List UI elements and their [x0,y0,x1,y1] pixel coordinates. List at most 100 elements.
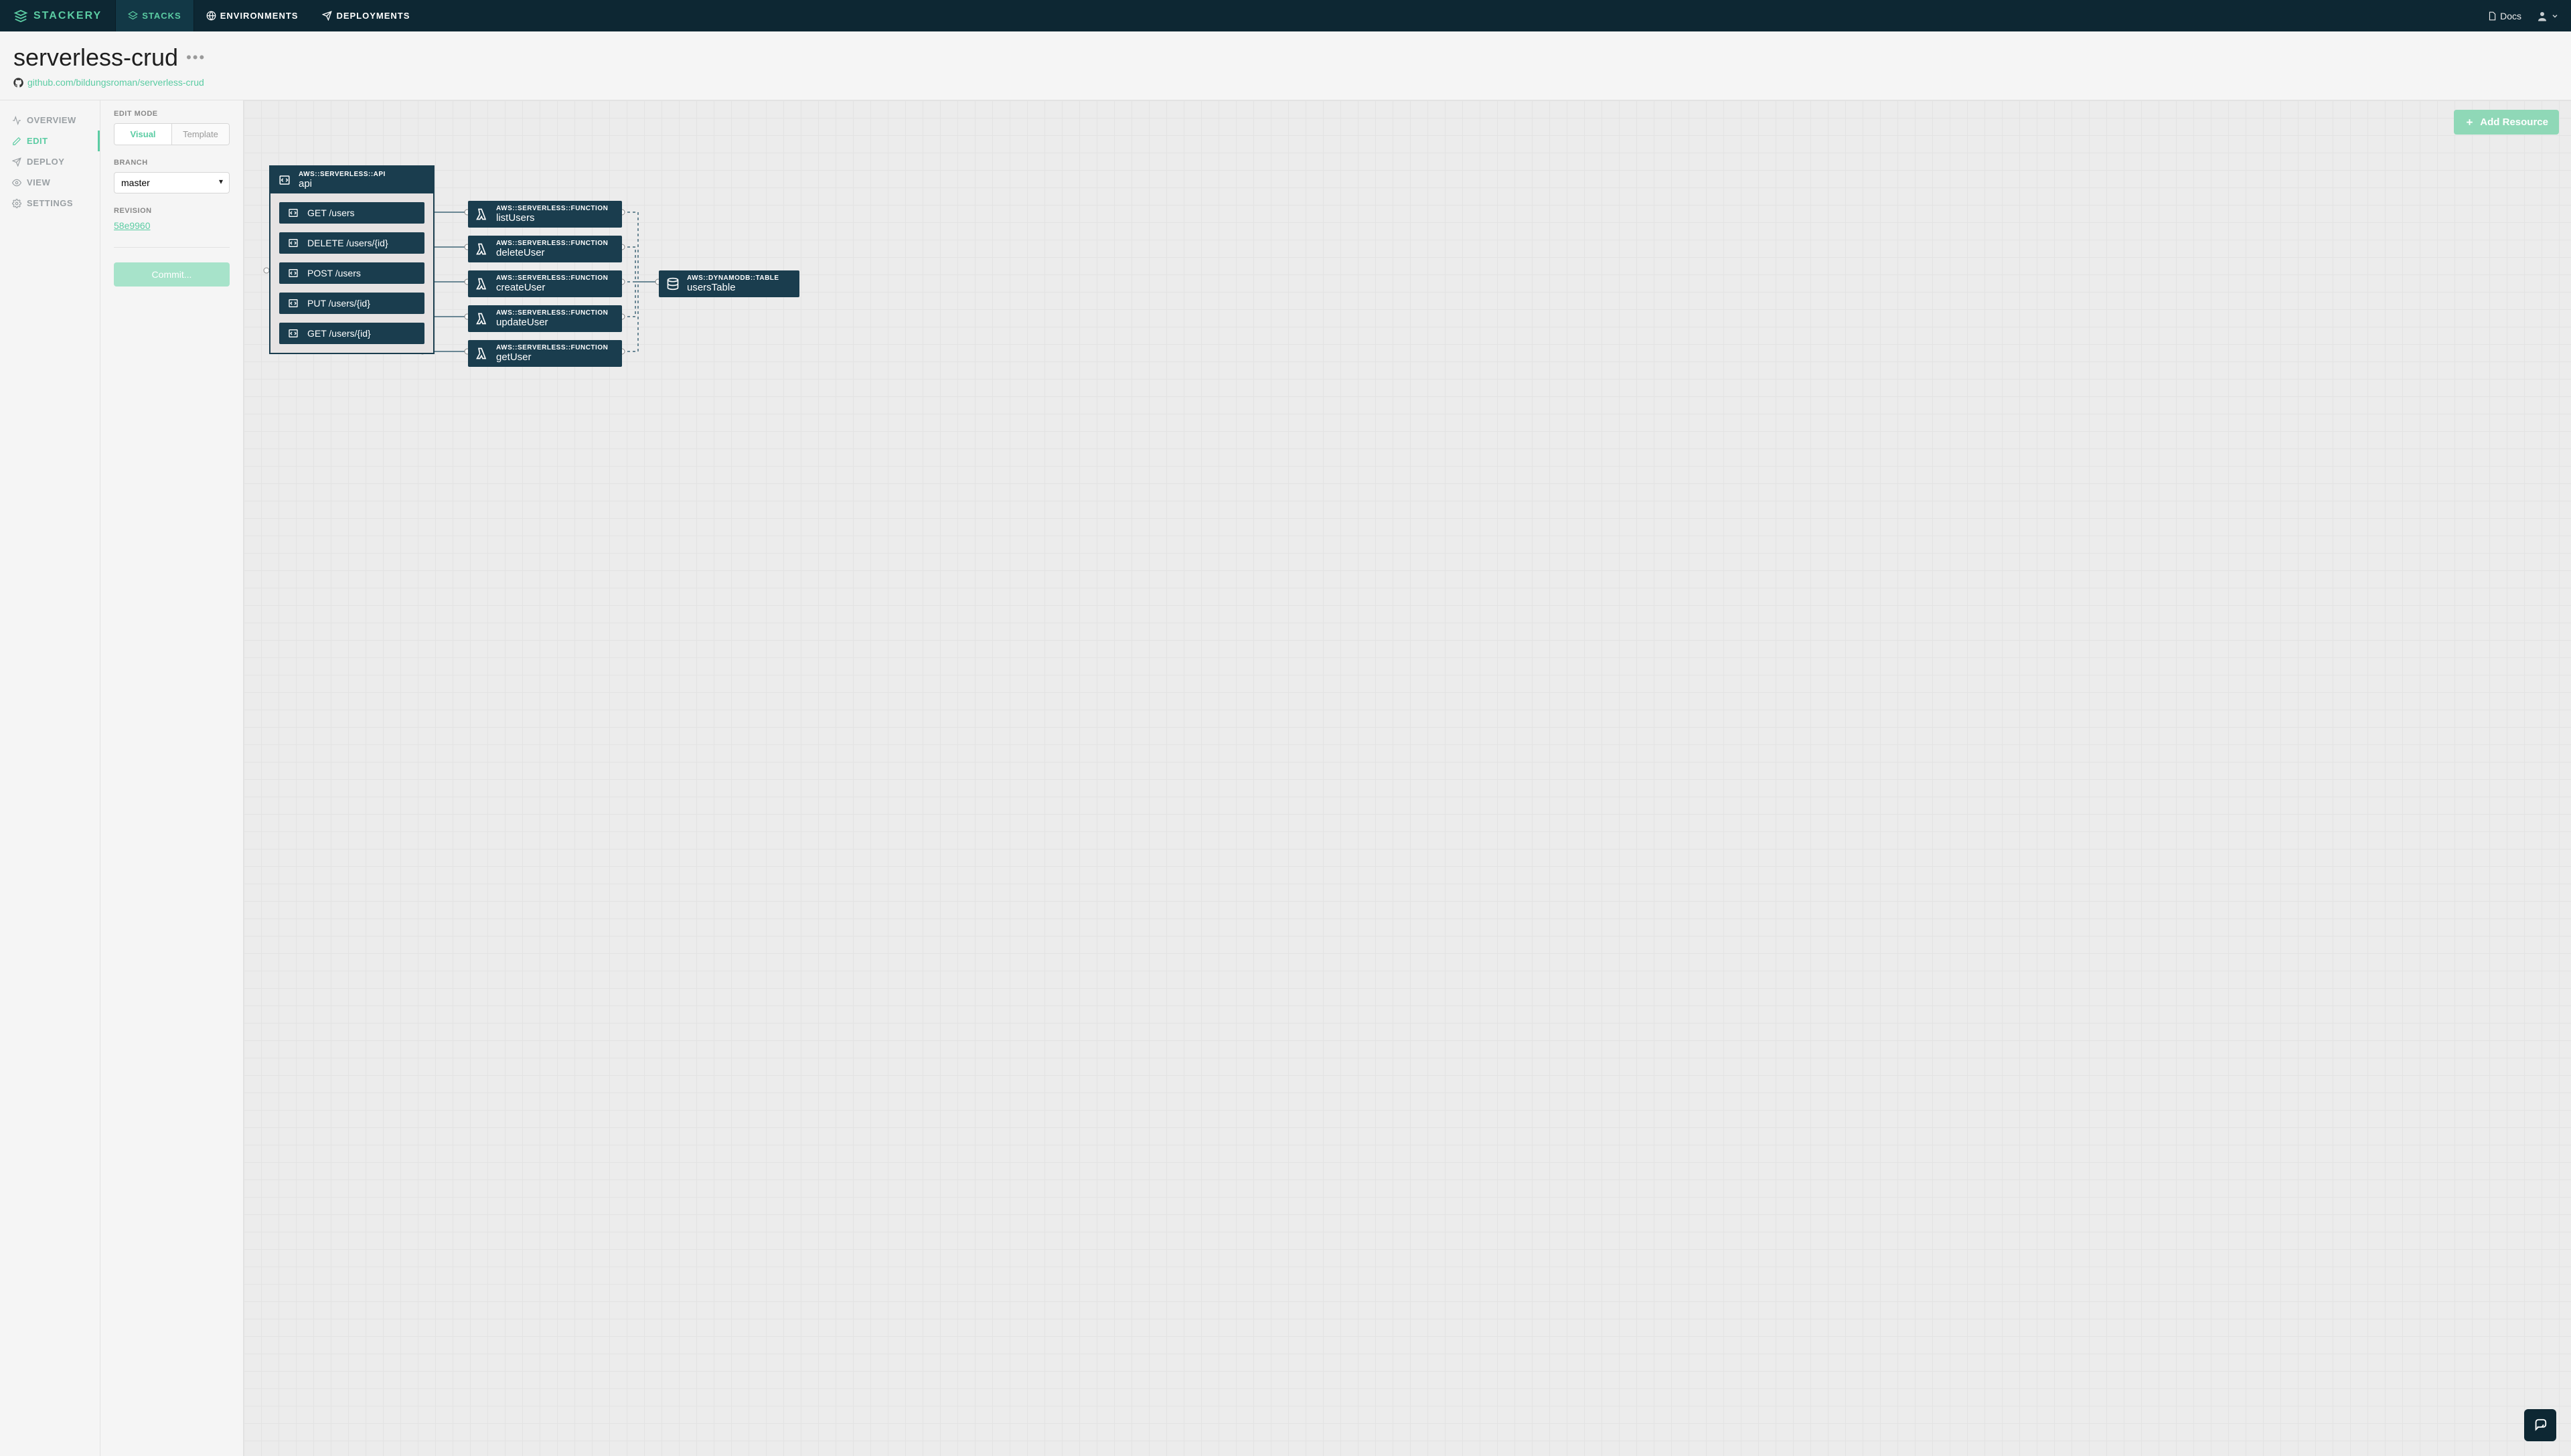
route-icon [286,208,301,218]
function-node[interactable]: AWS::SERVERLESS::FUNCTIONlistUsers [468,201,622,228]
node-type: AWS::SERVERLESS::API [299,171,386,178]
repo-link[interactable]: github.com/bildungsroman/serverless-crud [27,77,204,88]
revision-link[interactable]: 58e9960 [114,220,151,231]
sidebar-label: OVERVIEW [27,115,76,125]
node-name: createUser [496,282,608,293]
route-item[interactable]: GET /users/{id} [279,323,424,344]
commit-button[interactable]: Commit... [114,262,230,287]
route-label: DELETE /users/{id} [307,238,388,248]
branch-select[interactable]: master [114,172,230,193]
route-item[interactable]: DELETE /users/{id} [279,232,424,254]
docs-label: Docs [2500,11,2521,21]
stack-header: serverless-crud ••• github.com/bildungsr… [0,31,2571,100]
node-name: usersTable [687,282,779,293]
function-node[interactable]: AWS::SERVERLESS::FUNCTIONcreateUser [468,270,622,297]
route-label: GET /users [307,208,355,218]
route-label: PUT /users/{id} [307,298,370,309]
node-type: AWS::DYNAMODB::TABLE [687,274,779,282]
edit-mode-label: EDIT MODE [114,110,230,118]
node-type: AWS::SERVERLESS::FUNCTION [496,205,608,212]
divider [114,247,230,248]
add-resource-button[interactable]: Add Resource [2454,110,2559,135]
route-icon [286,328,301,339]
node-name: listUsers [496,212,608,224]
layers-icon [128,11,138,21]
revision-label: REVISION [114,207,230,215]
nav-stacks[interactable]: STACKS [115,0,193,31]
docs-link[interactable]: Docs [2487,11,2521,21]
edit-mode-template[interactable]: Template [172,124,229,145]
plus-icon [2465,117,2475,127]
node-type: AWS::SERVERLESS::FUNCTION [496,240,608,247]
diagram-canvas[interactable]: Add Resource [244,100,2571,1456]
route-item[interactable]: POST /users [279,262,424,284]
sidebar-item-edit[interactable]: EDIT [0,131,100,151]
function-node[interactable]: AWS::SERVERLESS::FUNCTIONdeleteUser [468,236,622,262]
chevron-down-icon [2551,12,2559,20]
brand-logo-icon [13,9,28,23]
lambda-icon [475,242,489,256]
stack-title: serverless-crud [13,44,178,72]
top-nav: STACKERY STACKS ENVIRONMENTS DEPLOYMENTS… [0,0,2571,31]
nav-deployments[interactable]: DEPLOYMENTS [310,0,422,31]
lambda-icon [475,277,489,291]
node-name: updateUser [496,317,608,328]
user-menu[interactable] [2536,10,2559,22]
user-icon [2536,10,2548,22]
activity-icon [12,116,21,125]
pencil-icon [12,137,21,146]
api-node[interactable]: AWS::SERVERLESS::API api GET /users DELE… [269,165,435,354]
function-node[interactable]: AWS::SERVERLESS::FUNCTIONupdateUser [468,305,622,332]
node-type: AWS::SERVERLESS::FUNCTION [496,309,608,317]
connectors [244,100,2571,1456]
nav-items: STACKS ENVIRONMENTS DEPLOYMENTS [115,0,422,31]
route-item[interactable]: PUT /users/{id} [279,293,424,314]
edit-mode-toggle: Visual Template [114,123,230,145]
sidebar-nav: OVERVIEW EDIT DEPLOY VIEW SETTINGS [0,100,100,1456]
sidebar-item-settings[interactable]: SETTINGS [0,193,100,214]
route-label: POST /users [307,268,361,278]
lambda-icon [475,347,489,360]
brand-name: STACKERY [33,10,102,22]
node-name: getUser [496,351,608,363]
node-name: deleteUser [496,247,608,258]
route-icon [286,268,301,278]
nav-label: DEPLOYMENTS [336,11,410,21]
stack-menu[interactable]: ••• [186,49,206,66]
node-name: api [299,178,386,189]
sidebar-item-overview[interactable]: OVERVIEW [0,110,100,131]
sidebar-item-view[interactable]: VIEW [0,172,100,193]
lambda-icon [475,312,489,325]
main: OVERVIEW EDIT DEPLOY VIEW SETTINGS EDIT … [0,100,2571,1456]
database-icon [666,277,680,291]
route-label: GET /users/{id} [307,328,371,339]
branch-label: BRANCH [114,159,230,167]
edit-panel: EDIT MODE Visual Template BRANCH master … [100,100,244,1456]
function-node[interactable]: AWS::SERVERLESS::FUNCTIONgetUser [468,340,622,367]
node-type: AWS::SERVERLESS::FUNCTION [496,344,608,351]
topnav-right: Docs [2487,10,2571,22]
nav-environments[interactable]: ENVIRONMENTS [194,0,311,31]
sidebar-label: VIEW [27,177,50,187]
brand[interactable]: STACKERY [0,9,115,23]
github-icon [13,78,23,88]
branch-select-wrap: master ▾ [114,172,230,193]
sidebar-item-deploy[interactable]: DEPLOY [0,151,100,172]
add-resource-label: Add Resource [2480,116,2548,128]
chat-button[interactable] [2524,1409,2556,1441]
eye-icon [12,178,21,187]
lambda-icon [475,208,489,221]
send-icon [12,157,21,167]
nav-label: STACKS [142,11,181,21]
sidebar-label: SETTINGS [27,198,73,208]
route-item[interactable]: GET /users [279,202,424,224]
edit-mode-visual[interactable]: Visual [114,124,172,145]
route-icon [286,238,301,248]
sidebar-label: DEPLOY [27,157,64,167]
gear-icon [12,199,21,208]
send-icon [322,11,332,21]
nav-label: ENVIRONMENTS [220,11,299,21]
doc-icon [2487,11,2497,21]
api-icon [277,174,292,186]
dynamodb-node[interactable]: AWS::DYNAMODB::TABLEusersTable [659,270,799,297]
